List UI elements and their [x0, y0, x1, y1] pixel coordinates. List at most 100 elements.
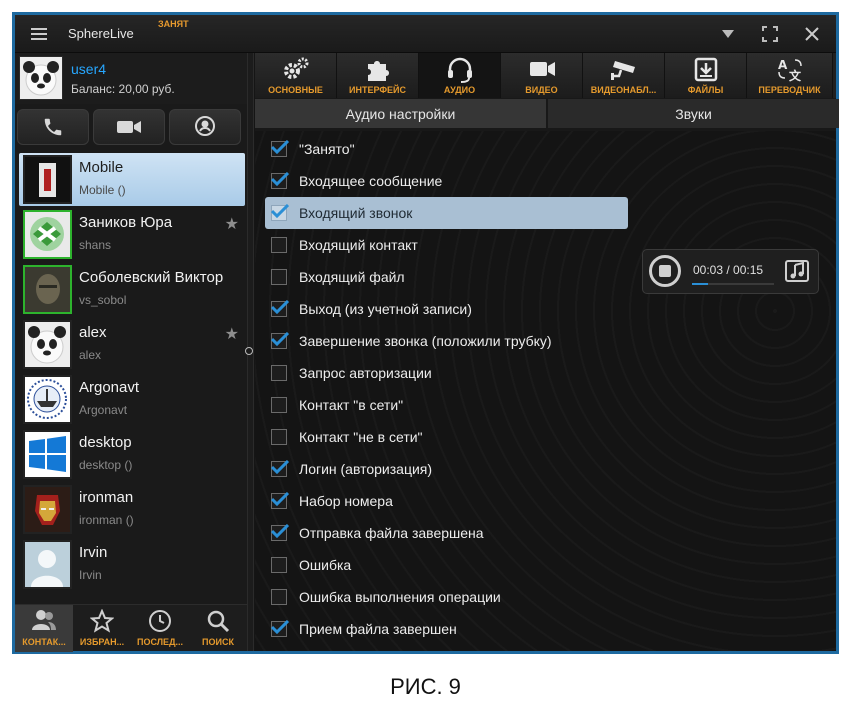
contact-name: Irvin	[79, 544, 108, 561]
sound-event-row[interactable]: Ошибка выполнения операции	[265, 581, 628, 613]
sound-event-label: Запрос авторизации	[299, 365, 432, 381]
avatar	[23, 540, 72, 589]
nav-recent[interactable]: ПОСЛЕД...	[131, 605, 189, 652]
sound-event-checkbox[interactable]	[271, 557, 287, 573]
contact-login: Argonavt	[79, 403, 128, 417]
sound-event-checkbox[interactable]	[271, 492, 289, 509]
sound-event-checkbox[interactable]	[271, 204, 289, 221]
star-icon[interactable]: ★	[225, 214, 239, 234]
nav-label: ПОСЛЕД...	[137, 637, 183, 647]
video-call-button[interactable]	[93, 109, 165, 145]
call-actions	[15, 109, 247, 149]
progress-bar[interactable]	[692, 283, 774, 285]
status-badge[interactable]: ЗАНЯТ	[158, 19, 189, 29]
tab-files[interactable]: ФАЙЛЫ	[665, 53, 747, 98]
contact-name: Mobile	[79, 159, 124, 176]
sound-event-row[interactable]: Отправка файла завершена	[265, 517, 628, 549]
stop-button[interactable]	[649, 255, 681, 287]
contact-item[interactable]: alex alex ★	[19, 318, 245, 371]
contact-item[interactable]: Argonavt Argonavt	[19, 373, 245, 426]
sound-event-label: Завершение звонка (положили трубку)	[299, 333, 552, 349]
sound-event-row[interactable]: Контакт "в сети"	[265, 389, 628, 421]
sound-event-checkbox[interactable]	[271, 172, 289, 189]
star-icon[interactable]: ★	[225, 324, 239, 344]
contact-item[interactable]: Mobile Mobile ()	[19, 153, 245, 206]
sound-event-checkbox[interactable]	[271, 140, 289, 157]
dropdown-icon[interactable]	[708, 15, 748, 53]
left-nav: КОНТАК... ИЗБРАН... ПОСЛЕД... ПОИСК	[15, 604, 247, 652]
avatar	[23, 155, 72, 204]
chat-button[interactable]	[169, 109, 241, 145]
sound-event-row[interactable]: Набор номера	[265, 485, 628, 517]
sound-event-checkbox[interactable]	[271, 429, 287, 445]
sound-event-row[interactable]: Выход (из учетной записи)	[265, 293, 628, 325]
splitter-handle[interactable]	[245, 347, 253, 355]
subtab-audio-settings[interactable]: Аудио настройки	[255, 99, 546, 128]
sound-event-row[interactable]: Входящее сообщение	[265, 165, 628, 197]
sound-event-row[interactable]: Контакт "не в сети"	[265, 421, 628, 453]
sound-event-row[interactable]: Логин (авторизация)	[265, 453, 628, 485]
tab-audio[interactable]: АУДИО	[419, 53, 501, 98]
sound-event-row[interactable]: Завершение звонка (положили трубку)	[265, 325, 628, 357]
sound-event-row[interactable]: Запрос авторизации	[265, 357, 628, 389]
fullscreen-icon[interactable]	[750, 15, 790, 53]
call-button[interactable]	[17, 109, 89, 145]
sound-event-row[interactable]: Входящий звонок	[265, 197, 628, 229]
contact-item[interactable]: Соболевский Виктор vs_sobol	[19, 263, 245, 316]
nav-search[interactable]: ПОИСК	[189, 605, 247, 652]
avatar	[23, 430, 72, 479]
tab-surveillance[interactable]: ВИДЕОНАБЛ...	[583, 53, 665, 98]
tab-interface[interactable]: ИНТЕРФЕЙС	[337, 53, 419, 98]
left-panel: user4 Баланс: 20,00 руб. Mobile Mobile (…	[15, 53, 247, 652]
subtab-sounds[interactable]: Звуки	[548, 99, 839, 128]
sound-event-row[interactable]: "Занято"	[265, 133, 628, 165]
sound-events-list: "Занято" Входящее сообщение Входящий звоно…	[255, 131, 836, 651]
sound-event-checkbox[interactable]	[271, 524, 289, 541]
contact-name: ironman	[79, 489, 134, 506]
sound-event-checkbox[interactable]	[271, 269, 287, 285]
sound-event-checkbox[interactable]	[271, 237, 287, 253]
contact-login: alex	[79, 348, 102, 362]
nav-favorites[interactable]: ИЗБРАН...	[73, 605, 131, 652]
checkmark-icon	[271, 300, 289, 314]
chat-bubble-icon	[195, 116, 215, 136]
menu-icon[interactable]	[19, 15, 59, 53]
sound-event-row[interactable]: Входящий контакт	[265, 229, 628, 261]
tab-label: ПЕРЕВОДЧИК	[758, 85, 821, 95]
avatar[interactable]	[19, 56, 63, 100]
music-file-icon[interactable]	[785, 260, 809, 282]
tab-video[interactable]: ВИДЕО	[501, 53, 583, 98]
contact-item[interactable]: Заников Юра shans ★	[19, 208, 245, 261]
sound-event-checkbox[interactable]	[271, 589, 287, 605]
tab-translator[interactable]: A文 ПЕРЕВОДЧИК	[747, 53, 833, 98]
sound-event-label: Прием файла завершен	[299, 621, 457, 637]
contact-item[interactable]: Irvin Irvin	[19, 538, 245, 591]
nav-contacts[interactable]: КОНТАК...	[15, 605, 73, 652]
sound-event-label: Входящий контакт	[299, 237, 418, 253]
contact-item[interactable]: desktop desktop ()	[19, 428, 245, 481]
tab-main[interactable]: ОСНОВНЫЕ	[255, 53, 337, 98]
sound-event-row[interactable]: Прием файла завершен	[265, 613, 628, 645]
settings-tabs: ОСНОВНЫЕ ИНТЕРФЕЙС АУДИО ВИДЕО ВИДЕОНАБЛ…	[255, 53, 836, 98]
close-icon[interactable]	[792, 15, 832, 53]
app-frame: SphereLive ЗАНЯТ user4 Баланс: 20,00 руб…	[12, 12, 839, 654]
sound-event-row[interactable]: Входящий файл	[265, 261, 628, 293]
clock-icon	[149, 610, 171, 632]
checkmark-icon	[271, 332, 289, 346]
avatar	[23, 320, 72, 369]
contact-item[interactable]: ironman ironman ()	[19, 483, 245, 536]
svg-text:A: A	[778, 58, 788, 72]
checkmark-icon	[271, 524, 289, 538]
sound-event-checkbox[interactable]	[271, 300, 289, 317]
user-name[interactable]: user4	[71, 61, 106, 77]
sound-event-checkbox[interactable]	[271, 620, 289, 637]
sound-event-row[interactable]: Ошибка	[265, 549, 628, 581]
user-box: user4 Баланс: 20,00 руб.	[15, 53, 247, 104]
phone-icon	[44, 118, 62, 136]
sound-event-checkbox[interactable]	[271, 397, 287, 413]
sound-event-checkbox[interactable]	[271, 460, 289, 477]
contact-login: vs_sobol	[79, 293, 127, 307]
sound-event-checkbox[interactable]	[271, 332, 289, 349]
sound-event-label: Входящий файл	[299, 269, 405, 285]
sound-event-checkbox[interactable]	[271, 365, 287, 381]
